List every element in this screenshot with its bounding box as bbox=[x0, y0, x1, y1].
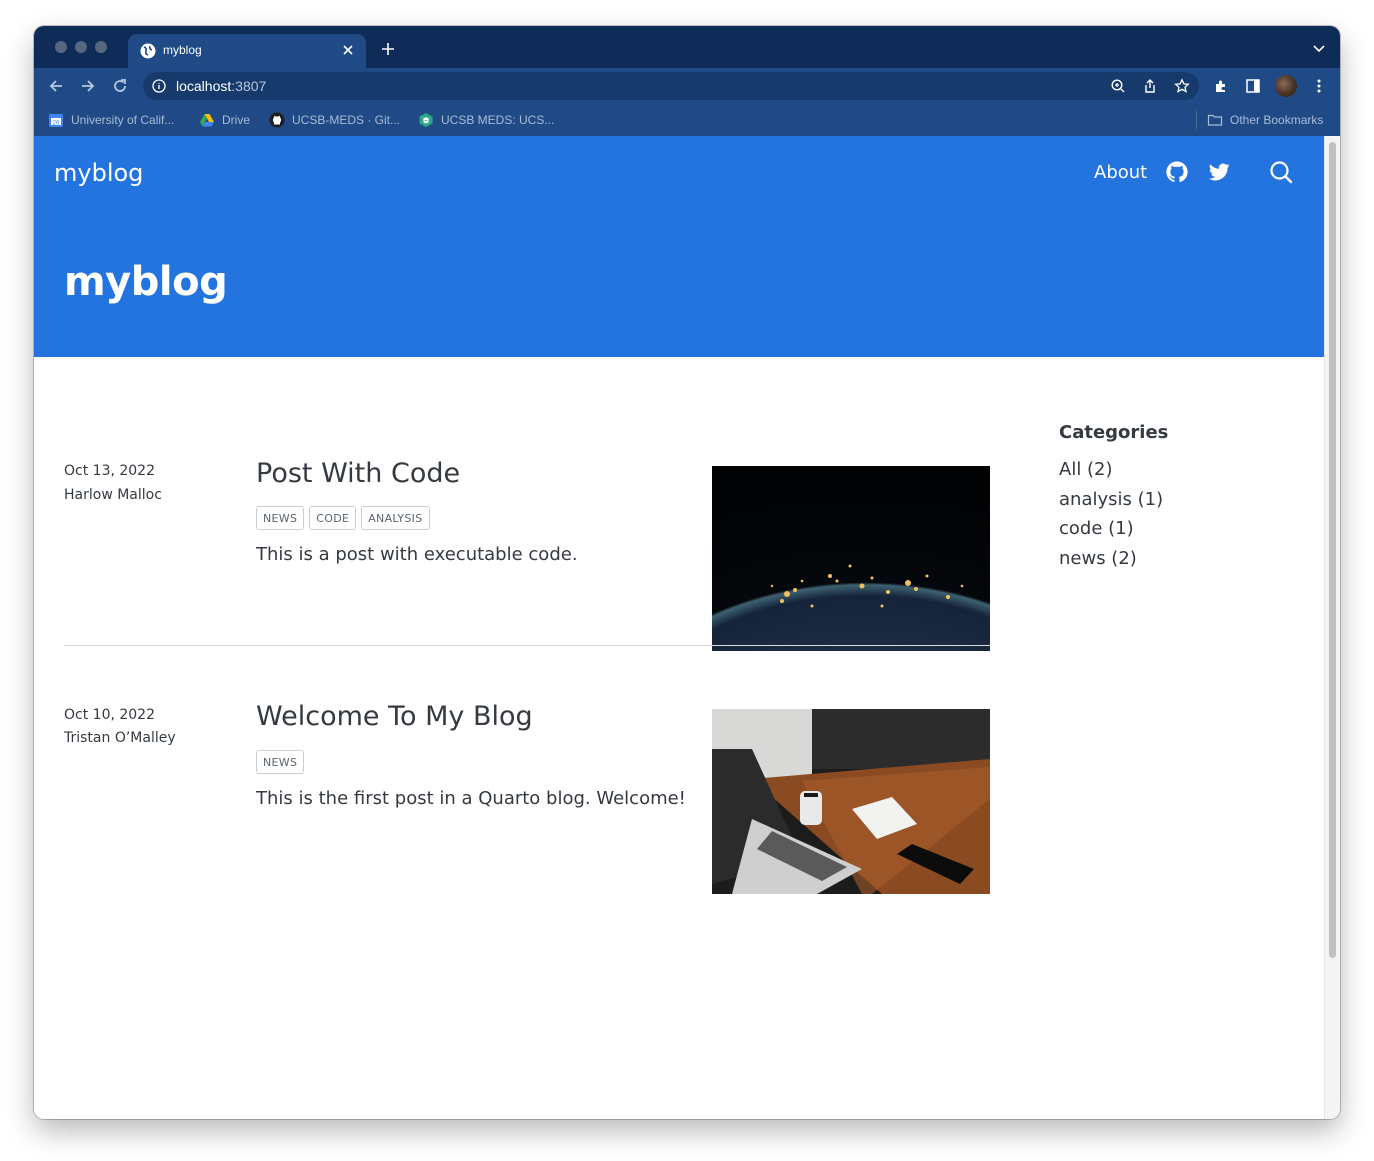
zoom-window-button[interactable] bbox=[95, 41, 107, 53]
post-title-link[interactable]: Welcome To My Blog bbox=[256, 701, 533, 732]
bookmark-label: Drive bbox=[222, 113, 251, 127]
course-icon bbox=[419, 113, 433, 127]
close-window-button[interactable] bbox=[55, 41, 67, 53]
categories-heading: Categories bbox=[1059, 422, 1169, 443]
forward-icon[interactable] bbox=[79, 77, 97, 95]
minimize-window-button[interactable] bbox=[75, 41, 87, 53]
back-icon[interactable] bbox=[47, 77, 65, 95]
page-viewport: myblog About myblog Oct 13, 2022 Harlow … bbox=[34, 136, 1340, 1119]
browser-tab[interactable]: myblog bbox=[128, 34, 366, 68]
tab-title: myblog bbox=[163, 43, 202, 57]
bookmarks-bar: 26 University of Calif... Drive UCSB-MED… bbox=[34, 104, 1340, 136]
bookmark-label: UCSB-MEDS · Git... bbox=[292, 113, 401, 127]
listing-divider bbox=[64, 645, 990, 646]
post-description: This is a post with executable code. bbox=[256, 544, 578, 565]
url-host: localhost bbox=[176, 78, 232, 94]
bookmarks-separator bbox=[1196, 111, 1197, 129]
post-author: Tristan O’Malley bbox=[64, 730, 176, 746]
browser-toolbar: localhost:3807 bbox=[34, 68, 1340, 104]
reload-icon[interactable] bbox=[111, 77, 129, 95]
browser-window: myblog localhost:3807 26 University of C… bbox=[34, 26, 1340, 1119]
other-bookmarks-label: Other Bookmarks bbox=[1230, 113, 1324, 127]
address-bar[interactable]: localhost:3807 bbox=[143, 72, 1199, 100]
globe-icon bbox=[140, 43, 156, 59]
search-icon[interactable] bbox=[1269, 160, 1293, 184]
category-filter-analysis[interactable]: analysis (1) bbox=[1059, 489, 1163, 510]
scrollbar-thumb[interactable] bbox=[1329, 142, 1336, 958]
category-tag[interactable]: CODE bbox=[309, 506, 357, 530]
url-text: localhost:3807 bbox=[176, 78, 266, 94]
zoom-icon[interactable] bbox=[1110, 78, 1126, 94]
side-panel-icon[interactable] bbox=[1244, 77, 1262, 95]
post-title-link[interactable]: Post With Code bbox=[256, 458, 460, 489]
folder-icon bbox=[1207, 114, 1223, 126]
tab-strip: myblog bbox=[34, 26, 1340, 68]
profile-avatar[interactable] bbox=[1275, 75, 1297, 97]
post-categories: NEWS CODE ANALYSIS bbox=[256, 506, 430, 530]
github-icon[interactable] bbox=[1165, 160, 1189, 184]
bookmark-star-icon[interactable] bbox=[1174, 78, 1190, 94]
post-categories: NEWS bbox=[256, 750, 305, 774]
drive-icon bbox=[200, 114, 214, 127]
github-icon bbox=[269, 112, 285, 128]
other-bookmarks[interactable]: Other Bookmarks bbox=[1207, 110, 1323, 130]
chevron-down-icon[interactable] bbox=[1312, 43, 1326, 53]
category-filter-news[interactable]: news (2) bbox=[1059, 548, 1137, 569]
bookmark-item[interactable]: UCSB-MEDS · Git... bbox=[269, 110, 400, 130]
bookmark-label: UCSB MEDS: UCS... bbox=[441, 113, 555, 127]
category-filter-code[interactable]: code (1) bbox=[1059, 518, 1134, 539]
category-tag[interactable]: NEWS bbox=[256, 506, 305, 530]
extensions-icon[interactable] bbox=[1212, 77, 1230, 95]
post-author: Harlow Malloc bbox=[64, 487, 162, 503]
bookmark-item[interactable]: 26 University of Calif... bbox=[48, 110, 174, 130]
bookmark-item[interactable]: UCSB MEDS: UCS... bbox=[418, 110, 554, 130]
close-icon[interactable] bbox=[340, 42, 356, 58]
bookmark-item[interactable]: Drive bbox=[199, 110, 250, 130]
bookmark-label: University of Calif... bbox=[71, 113, 175, 127]
post-description: This is the first post in a Quarto blog.… bbox=[256, 788, 686, 809]
site-navbar: myblog About myblog bbox=[34, 136, 1325, 357]
twitter-icon[interactable] bbox=[1207, 160, 1231, 184]
laptop-desk-image[interactable] bbox=[712, 709, 990, 894]
vertical-scrollbar[interactable] bbox=[1324, 136, 1340, 1119]
nav-about-link[interactable]: About bbox=[1094, 162, 1147, 183]
calendar-icon: 26 bbox=[49, 114, 63, 127]
page-title: myblog bbox=[64, 259, 228, 305]
new-tab-icon[interactable] bbox=[380, 41, 396, 57]
more-menu-icon[interactable] bbox=[1310, 77, 1328, 95]
earth-at-night-image[interactable] bbox=[712, 466, 990, 651]
category-tag[interactable]: ANALYSIS bbox=[361, 506, 430, 530]
post-date: Oct 10, 2022 bbox=[64, 707, 155, 723]
url-port: :3807 bbox=[231, 78, 267, 94]
category-filter-all[interactable]: All (2) bbox=[1059, 459, 1113, 480]
category-tag[interactable]: NEWS bbox=[256, 750, 305, 774]
post-date: Oct 13, 2022 bbox=[64, 463, 155, 479]
info-icon[interactable] bbox=[152, 79, 166, 93]
svg-text:26: 26 bbox=[53, 121, 60, 127]
share-icon[interactable] bbox=[1142, 78, 1158, 94]
site-brand-link[interactable]: myblog bbox=[54, 159, 143, 187]
